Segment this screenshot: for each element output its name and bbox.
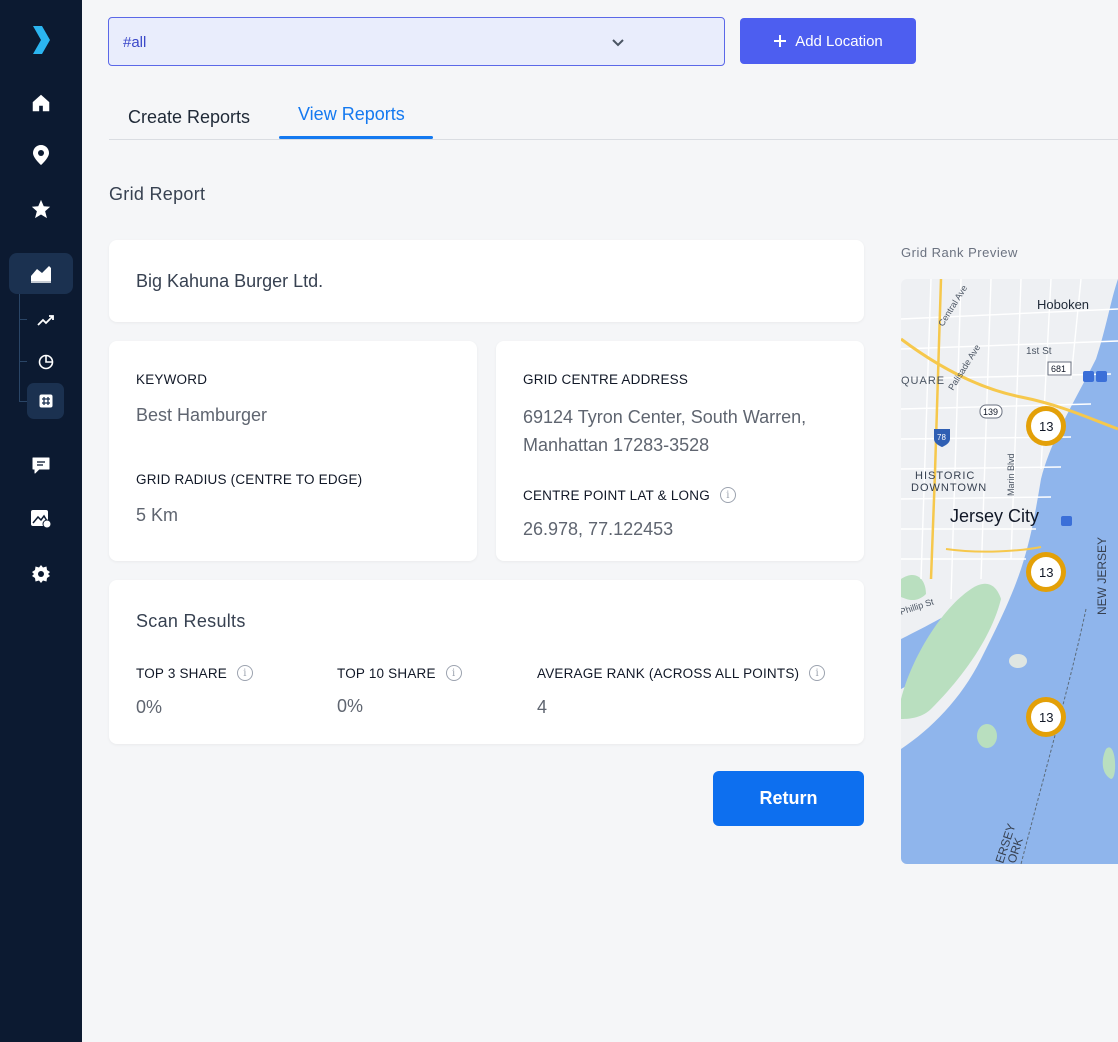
map-label-1st-st: 1st St — [1026, 346, 1052, 357]
rank-marker[interactable]: 13 — [1026, 697, 1066, 737]
transit-icon — [1061, 516, 1072, 526]
pie-chart-icon[interactable] — [34, 350, 58, 374]
map-label-marin-blvd: Marin Blvd — [1006, 453, 1016, 496]
submenu-tick — [19, 361, 27, 362]
tab-view-reports[interactable]: View Reports — [298, 104, 405, 125]
map-label-downtown: DOWNTOWN — [911, 482, 987, 494]
avg-rank-value: 4 — [537, 697, 548, 717]
add-location-label: Add Location — [795, 32, 883, 50]
svg-text:13: 13 — [1039, 419, 1053, 434]
transit-icon — [1083, 371, 1094, 382]
business-name: Big Kahuna Burger Ltd. — [136, 271, 324, 291]
keyword-label: KEYWORD — [136, 372, 208, 387]
settings-icon[interactable] — [29, 562, 53, 586]
star-icon[interactable] — [29, 197, 53, 221]
add-location-button[interactable]: Add Location — [740, 18, 916, 64]
map-park — [977, 724, 997, 748]
grid-radius-value: 5 Km — [136, 505, 179, 525]
svg-text:13: 13 — [1039, 565, 1053, 580]
top10-label-row: TOP 10 SHARE i — [337, 665, 462, 681]
grid-rank-map[interactable]: Hoboken QUARE 1st St Central Ave Palisad… — [901, 279, 1118, 864]
return-button[interactable]: Return — [713, 771, 864, 826]
grid-radius-label: GRID RADIUS (CENTRE TO EDGE) — [136, 472, 363, 487]
keyword-value: Best Hamburger — [136, 405, 268, 425]
map-title: Grid Rank Preview — [901, 245, 1018, 260]
centre-point-label-row: CENTRE POINT LAT & LONG i — [523, 487, 736, 503]
top3-value: 0% — [136, 697, 163, 717]
location-select-value: #all — [123, 34, 147, 51]
plus-icon — [774, 35, 787, 47]
map-island — [1009, 654, 1027, 668]
avg-rank-label: AVERAGE RANK (ACROSS ALL POINTS) — [537, 665, 800, 681]
business-card: Big Kahuna Burger Ltd. — [109, 240, 864, 322]
sidebar — [0, 0, 82, 1042]
keyword-card: KEYWORD Best Hamburger GRID RADIUS (CENT… — [109, 341, 477, 561]
top3-label-row: TOP 3 SHARE i — [136, 665, 253, 681]
svg-text:13: 13 — [1039, 710, 1053, 725]
grid-centre-card: GRID CENTRE ADDRESS 69124 Tyron Center, … — [496, 341, 864, 561]
info-icon[interactable]: i — [445, 665, 462, 681]
scan-results-card: Scan Results TOP 3 SHARE i 0% TOP 10 SHA… — [109, 580, 864, 744]
route-shield-139: 139 — [979, 404, 1003, 419]
section-title: Grid Report — [109, 184, 206, 204]
route-shield-681: 681 — [1047, 361, 1072, 376]
centre-point-label: CENTRE POINT LAT & LONG — [523, 487, 710, 503]
submenu-tick — [19, 319, 27, 320]
logo-icon[interactable] — [30, 26, 52, 54]
trend-icon[interactable] — [34, 308, 58, 332]
scan-results-title: Scan Results — [136, 611, 246, 631]
image-icon[interactable] — [29, 507, 53, 531]
centre-point-value: 26.978, 77.122453 — [523, 519, 674, 539]
transit-icon — [1096, 371, 1107, 382]
chevron-down-icon — [612, 39, 624, 47]
avg-rank-label-row: AVERAGE RANK (ACROSS ALL POINTS) i — [537, 665, 826, 681]
rank-marker[interactable]: 13 — [1026, 406, 1066, 446]
location-select[interactable]: #all — [108, 17, 725, 66]
map-label-quare: QUARE — [901, 375, 945, 387]
map-label-new-jersey: NEW JERSEY — [1095, 537, 1109, 615]
chat-icon[interactable] — [29, 453, 53, 477]
rank-marker[interactable]: 13 — [1026, 552, 1066, 592]
map-label-historic: HISTORIC — [915, 470, 975, 482]
tab-create-reports[interactable]: Create Reports — [128, 107, 250, 128]
info-icon[interactable]: i — [719, 487, 736, 503]
location-pin-icon[interactable] — [29, 143, 53, 167]
info-icon[interactable]: i — [237, 665, 253, 681]
tabs-divider — [109, 139, 1118, 140]
top10-value: 0% — [337, 696, 364, 716]
map-label-hoboken: Hoboken — [1037, 297, 1089, 312]
info-icon[interactable]: i — [809, 665, 826, 681]
submenu-line — [19, 294, 20, 402]
home-icon[interactable] — [29, 91, 53, 115]
grid-centre-address-line2: Manhattan 17283-3528 — [523, 435, 710, 455]
top3-label: TOP 3 SHARE — [136, 665, 227, 681]
submenu-tick — [19, 401, 27, 402]
top10-label: TOP 10 SHARE — [337, 665, 436, 681]
grid-icon[interactable] — [34, 389, 58, 413]
analytics-icon[interactable] — [29, 261, 53, 285]
map-label-jersey-city: Jersey City — [950, 506, 1039, 526]
svg-text:681: 681 — [1051, 364, 1066, 374]
grid-centre-label: GRID CENTRE ADDRESS — [523, 372, 689, 387]
svg-text:139: 139 — [983, 407, 998, 417]
svg-text:78: 78 — [937, 433, 946, 442]
grid-centre-address-line1: 69124 Tyron Center, South Warren, — [523, 407, 807, 427]
